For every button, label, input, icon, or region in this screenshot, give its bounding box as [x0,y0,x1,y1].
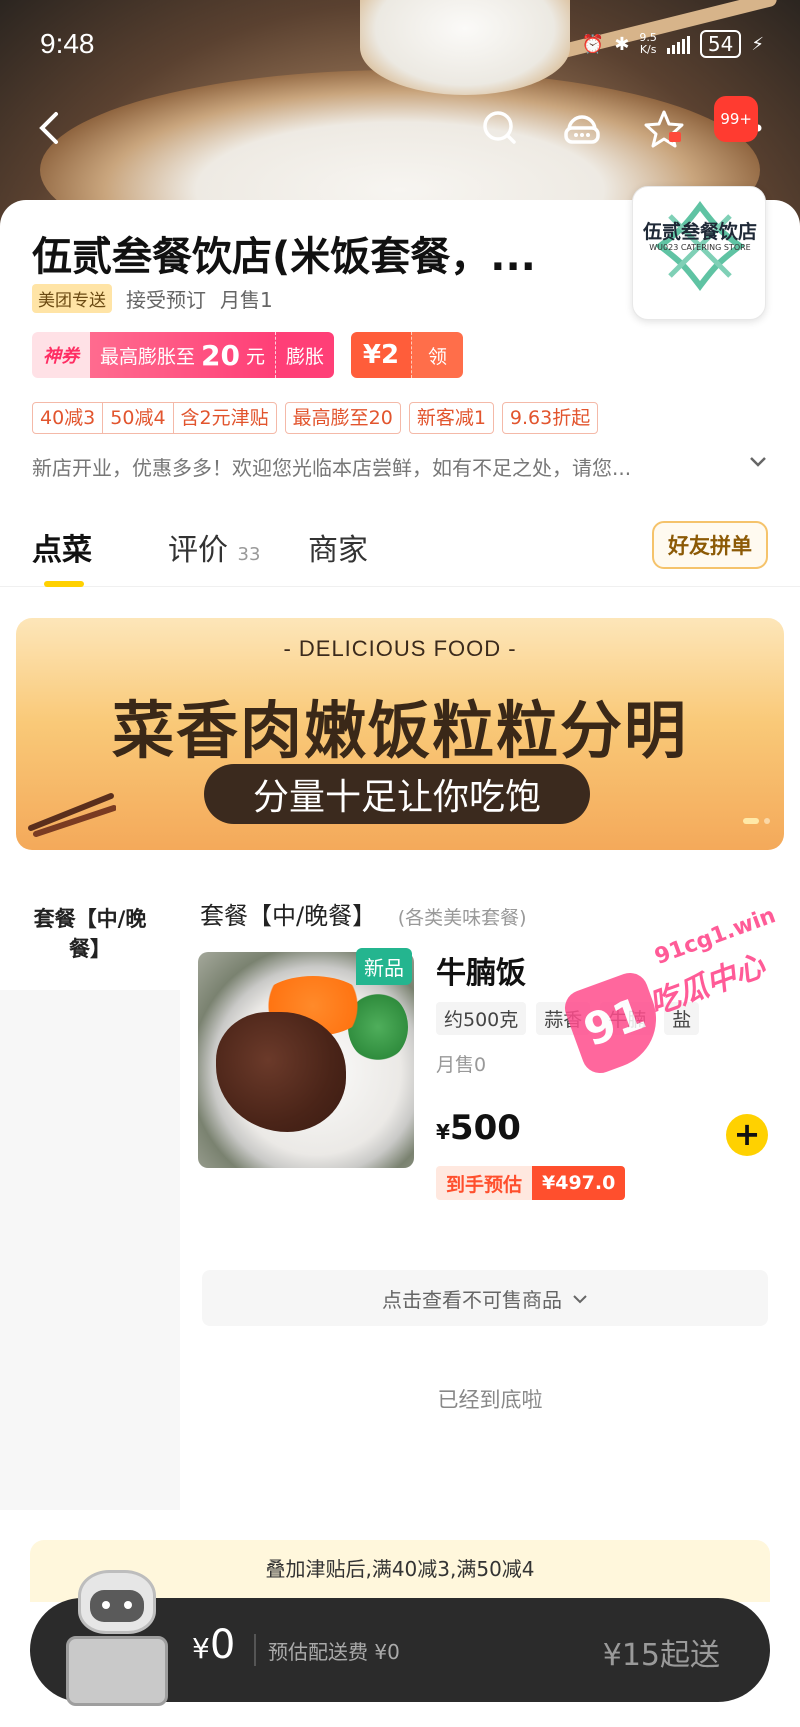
plus-icon[interactable]: + [726,1114,768,1156]
delivery-fee: 预估配送费 ¥0 [268,1640,400,1664]
promo-tag: 最高膨至20 [284,402,401,434]
chopsticks-icon [28,793,116,837]
dish-tag: 牛腩 [600,1002,655,1035]
dish-tag: 盐 [664,1002,700,1035]
banner-subtitle: - DELICIOUS FOOD - [283,636,517,661]
search-icon[interactable] [478,108,522,152]
promo-banner[interactable]: - DELICIOUS FOOD - 菜香肉嫩饭粒粒分明 分量十足让你吃饱 [16,618,784,850]
carousel-dots [743,818,770,824]
discount-group-tag: 40减3 50减4 含2元津贴 [32,402,277,434]
promo-tag: 9.63折起 [501,402,599,434]
end-of-list-text: 已经到底啦 [437,1388,543,1412]
charging-icon: ⚡ [751,33,764,55]
star-icon[interactable] [642,108,686,152]
sidebar-item-label: 套餐【中/晚餐】 [33,907,147,961]
expand-amount: 20 [201,338,240,372]
god-coupon-label: 神券 [32,332,90,378]
cart-total: ¥0 [192,1622,236,1668]
signal-icon [666,34,690,54]
promo-tag: 新客减1 [408,402,494,434]
top-nav: 99+ [0,96,800,160]
chevron-down-icon [572,1286,588,1310]
cash-coupon-amount: ¥2 [351,332,411,378]
status-bar: 9:48 ⏰ ✱ 9.5 K/s 54 ⚡ [0,26,800,66]
customer-service-icon[interactable] [560,108,604,152]
store-page: 9:48 ⏰ ✱ 9.5 K/s 54 ⚡ 99+ 伍贰叁餐饮店(米饭套餐，..… [0,0,800,1727]
expand-button[interactable]: 膨胀 [275,332,335,378]
watermark: 91 91cg1.win 吃瓜中心 [559,903,792,1079]
new-badge: 新品 [356,948,412,985]
back-arrow-icon[interactable] [34,110,74,150]
chevron-down-icon[interactable] [748,450,768,475]
store-logo-text: 伍贰叁餐饮店 [642,221,757,243]
dish-tags: 约500克 蒜香 牛腩 盐 [436,1002,700,1035]
dish-tag: 蒜香 [536,1002,591,1035]
dish-name[interactable]: 牛腩饭 [436,948,526,992]
store-logo-subtext: WU023 CATERING STORE [649,243,751,252]
bluetooth-icon: ✱ [614,33,630,55]
robot-mascot-icon[interactable] [62,1570,172,1710]
store-logo[interactable]: 伍贰叁餐饮店 WU023 CATERING STORE [632,186,766,320]
delivery-tag: 美团专送 [32,284,112,313]
dish-monthly-sales: 月售0 [436,1054,487,1076]
reserve-text: 接受预订 [126,288,206,312]
sidebar-item-set-meal[interactable]: 套餐【中/晚餐】 [0,880,180,990]
more-icon[interactable]: 99+ [714,96,770,152]
estimated-price-label: 到手预估 [436,1166,533,1200]
network-speed: 9.5 K/s [639,31,657,56]
expand-coupon[interactable]: 神券 最高膨胀至 20 元 膨胀 [32,332,335,378]
active-tab-indicator [44,581,84,587]
monthly-sales: 月售1 [220,288,273,312]
expand-coupon-text: 最高膨胀至 20 元 [90,332,275,378]
store-notice[interactable]: 新店开业，优惠多多！欢迎您光临本店尝鲜，如有不足之处，请您... [32,452,732,481]
cash-coupon[interactable]: ¥2 领 [351,332,463,378]
dish-tag: 约500克 [436,1002,527,1035]
store-meta: 美团专送 接受预订 月售1 [32,284,273,313]
unsold-items-toggle[interactable]: 点击查看不可售商品 [202,1270,768,1326]
tab-order[interactable]: 点菜 [32,525,92,569]
promo-tags[interactable]: 40减3 50减4 含2元津贴 最高膨至20 新客减1 9.63折起 [32,402,599,434]
store-tabs: 点菜 评价 33 商家 好友拼单 [0,515,800,587]
banner-title: 菜香肉嫩饭粒粒分明 [111,694,688,767]
status-icons: ⏰ ✱ 9.5 K/s 54 ⚡ [582,30,764,58]
category-note: (各类美味套餐) [397,907,527,929]
tab-reviews[interactable]: 评价 33 [168,525,260,569]
battery-indicator: 54 [699,30,742,58]
tab-merchant[interactable]: 商家 [308,525,368,569]
category-title: 套餐【中/晚餐】 (各类美味套餐) [200,902,527,930]
reviews-count: 33 [237,544,261,565]
alarm-icon: ⏰ [581,33,605,55]
minimum-order[interactable]: ¥15起送 [603,1630,720,1674]
watermark-site: 91cg1.win [651,903,780,970]
status-time: 9:48 [40,28,95,59]
notification-badge: 99+ [714,96,758,142]
group-order-button[interactable]: 好友拼单 [652,521,768,569]
claim-coupon-button[interactable]: 领 [411,332,463,378]
store-name: 伍贰叁餐饮店(米饭套餐，... [32,234,536,280]
banner-pill: 分量十足让你吃饱 [204,764,590,824]
estimated-price-value: ¥497.0 [532,1166,626,1200]
divider [254,1634,256,1666]
dish-price: ¥500 [436,1108,521,1148]
estimated-price: 到手预估 ¥497.0 [436,1166,626,1200]
